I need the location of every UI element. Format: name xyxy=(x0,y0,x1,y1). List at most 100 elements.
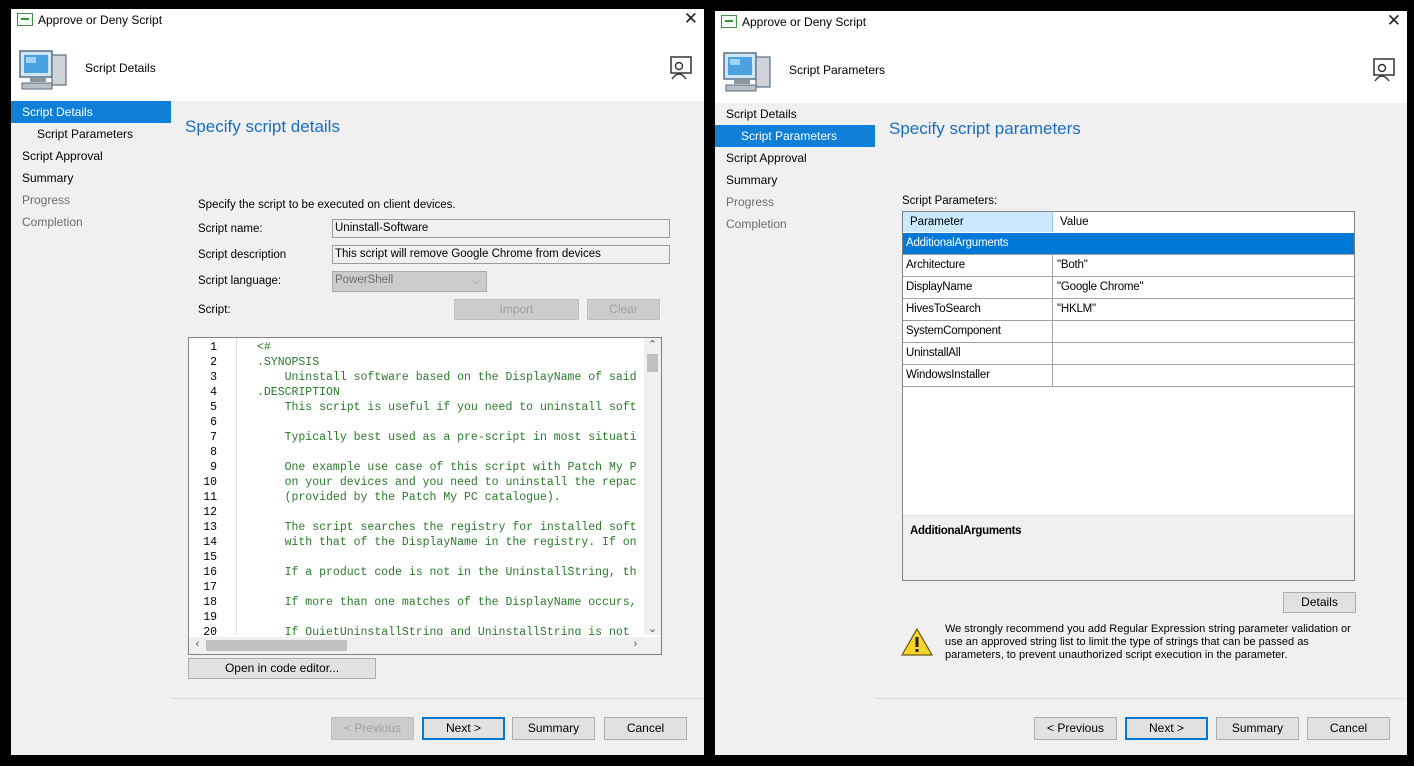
nav-script-approval[interactable]: Script Approval xyxy=(715,147,875,169)
intro-text: Specify the script to be executed on cli… xyxy=(198,199,456,211)
import-button[interactable]: Import xyxy=(454,299,579,320)
line-number: 15 xyxy=(203,551,217,564)
help-person-icon[interactable] xyxy=(1371,57,1397,83)
line-number: 19 xyxy=(203,611,217,624)
parameter-name-cell[interactable]: UninstallAll xyxy=(903,343,1053,364)
next-button[interactable]: Next > xyxy=(1125,717,1208,740)
details-button[interactable]: Details xyxy=(1283,592,1356,613)
parameter-row[interactable]: DisplayName "Google Chrome" xyxy=(903,277,1354,299)
parameters-page: Specify script parameters Script Paramet… xyxy=(875,103,1407,699)
code-line[interactable]: One example use case of this script with… xyxy=(257,460,637,475)
script-code[interactable]: <# .SYNOPSIS Uninstall software based on … xyxy=(257,338,643,635)
code-line[interactable]: on your devices and you need to uninstal… xyxy=(257,475,637,490)
scroll-left-icon[interactable]: ‹ xyxy=(189,638,206,650)
code-line[interactable]: with that of the DisplayName in the regi… xyxy=(257,535,637,550)
parameter-value-cell[interactable] xyxy=(1053,343,1354,364)
parameter-row[interactable]: SystemComponent xyxy=(903,321,1354,343)
nav-script-parameters[interactable]: Script Parameters xyxy=(11,123,171,145)
page-title: Specify script details xyxy=(185,117,340,136)
close-icon[interactable]: ✕ xyxy=(1387,11,1401,31)
code-line[interactable]: If more than one matches of the DisplayN… xyxy=(257,595,637,610)
selected-parameter-name: AdditionalArguments xyxy=(910,525,1022,537)
close-icon[interactable]: ✕ xyxy=(684,9,698,29)
scroll-down-icon[interactable]: ⌄ xyxy=(644,622,661,635)
page-title: Specify script parameters xyxy=(889,119,1081,138)
parameter-row[interactable]: Architecture "Both" xyxy=(903,255,1354,277)
line-number: 9 xyxy=(210,461,217,474)
nav-script-details[interactable]: Script Details xyxy=(715,103,875,125)
code-line[interactable]: .SYNOPSIS xyxy=(257,355,319,370)
code-line[interactable]: The script searches the registry for ins… xyxy=(257,520,637,535)
parameter-value-cell[interactable] xyxy=(1053,365,1354,386)
scroll-up-icon[interactable]: ⌃ xyxy=(644,338,661,351)
warning-text: We strongly recommend you add Regular Ex… xyxy=(945,623,1351,661)
script-editor[interactable]: 1 2 3 4 5 6 7 8 9 10 11 12 13 14 15 16 17 18 19 20 <# .SYNOP… xyxy=(188,337,662,655)
scroll-thumb-horizontal[interactable] xyxy=(206,640,347,651)
parameter-row[interactable]: HivesToSearch "HKLM" xyxy=(903,299,1354,321)
parameter-value-cell[interactable] xyxy=(1053,321,1354,342)
parameter-value-cell[interactable]: "Google Chrome" xyxy=(1053,277,1354,298)
nav-summary[interactable]: Summary xyxy=(11,167,171,189)
parameter-name-cell[interactable]: Architecture xyxy=(903,255,1053,276)
previous-button[interactable]: < Previous xyxy=(1034,717,1117,740)
parameter-name-cell[interactable]: DisplayName xyxy=(903,277,1053,298)
parameter-name-cell[interactable]: WindowsInstaller xyxy=(903,365,1053,386)
parameter-row[interactable]: UninstallAll xyxy=(903,343,1354,365)
column-header-parameter[interactable]: Parameter xyxy=(903,212,1053,232)
summary-button[interactable]: Summary xyxy=(1216,717,1299,740)
parameter-value-cell[interactable]: "HKLM" xyxy=(1053,299,1354,320)
wizard-nav: Script Details Script Parameters Script … xyxy=(715,103,875,755)
parameter-row[interactable]: AdditionalArguments xyxy=(903,233,1354,255)
code-line[interactable]: If QuietUninstallString and UninstallStr… xyxy=(257,625,630,635)
wizard-footer: < Previous Next > Summary Cancel xyxy=(875,698,1407,755)
title-bar: Approve or Deny Script ✕ xyxy=(11,9,704,35)
script-parameters-window: Approve or Deny Script ✕ Script Paramete… xyxy=(715,11,1407,755)
cancel-button[interactable]: Cancel xyxy=(604,717,687,740)
script-description-field[interactable]: This script will remove Google Chrome fr… xyxy=(332,245,670,264)
code-line[interactable]: (provided by the Patch My PC catalogue). xyxy=(257,490,561,505)
cancel-button[interactable]: Cancel xyxy=(1307,717,1390,740)
next-button[interactable]: Next > xyxy=(422,717,505,740)
clear-button[interactable]: Clear xyxy=(587,299,660,320)
vertical-scrollbar[interactable]: ⌃ ⌄ xyxy=(644,338,661,635)
code-line[interactable]: If a product code is not in the Uninstal… xyxy=(257,565,637,580)
parameter-row[interactable]: WindowsInstaller xyxy=(903,365,1354,387)
parameters-grid[interactable]: Parameter Value AdditionalArguments Archi… xyxy=(902,211,1355,581)
nav-script-approval[interactable]: Script Approval xyxy=(11,145,171,167)
code-line[interactable]: Uninstall software based on the DisplayN… xyxy=(257,370,637,385)
nav-script-parameters[interactable]: Script Parameters xyxy=(715,125,875,147)
code-line[interactable]: Typically best used as a pre-script in m… xyxy=(257,430,637,445)
script-name-field[interactable]: Uninstall-Software xyxy=(332,219,670,238)
column-header-value[interactable]: Value xyxy=(1053,212,1354,232)
line-number: 3 xyxy=(210,371,217,384)
summary-button[interactable]: Summary xyxy=(512,717,595,740)
code-line[interactable]: This script is useful if you need to uni… xyxy=(257,400,637,415)
line-number: 6 xyxy=(210,416,217,429)
previous-button[interactable]: < Previous xyxy=(331,717,414,740)
code-line[interactable]: <# xyxy=(257,340,271,355)
scroll-right-icon[interactable]: › xyxy=(627,638,644,650)
header-title: Script Parameters xyxy=(789,63,886,77)
parameter-name-cell[interactable]: SystemComponent xyxy=(903,321,1053,342)
header-title: Script Details xyxy=(85,61,156,75)
help-person-icon[interactable] xyxy=(668,55,694,81)
nav-completion: Completion xyxy=(726,217,787,231)
parameter-value-cell[interactable]: "Both" xyxy=(1053,255,1354,276)
horizontal-scrollbar[interactable]: ‹ › xyxy=(189,637,661,654)
line-number: 8 xyxy=(210,446,217,459)
code-line[interactable]: .DESCRIPTION xyxy=(257,385,340,400)
nav-summary[interactable]: Summary xyxy=(715,169,875,191)
nav-script-details[interactable]: Script Details xyxy=(11,101,171,123)
parameter-value-cell[interactable] xyxy=(1053,233,1354,254)
wizard-nav: Script Details Script Parameters Script … xyxy=(11,101,171,755)
script-language-select[interactable]: PowerShell ⌵ xyxy=(332,271,487,292)
line-number: 7 xyxy=(210,431,217,444)
nav-progress: Progress xyxy=(726,195,775,209)
scroll-thumb[interactable] xyxy=(647,354,658,372)
parameter-name-cell[interactable]: AdditionalArguments xyxy=(903,233,1053,254)
line-numbers: 1 2 3 4 5 6 7 8 9 10 11 12 13 14 15 16 17 18 19 20 xyxy=(189,338,237,639)
open-code-editor-button[interactable]: Open in code editor... xyxy=(188,658,376,679)
details-page: Specify script details Specify the scrip… xyxy=(171,101,704,699)
parameter-name-cell[interactable]: HivesToSearch xyxy=(903,299,1053,320)
script-description-label: Script description xyxy=(198,249,287,261)
